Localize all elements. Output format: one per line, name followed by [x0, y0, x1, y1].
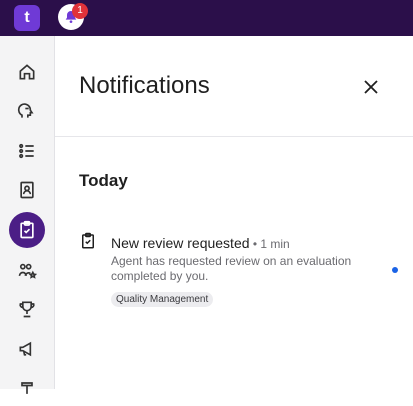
sidebar-item-pin[interactable] [9, 370, 45, 406]
notification-item[interactable]: New review requested • 1 min Agent has r… [79, 232, 399, 312]
people-star-icon [18, 263, 37, 279]
notification-tag: Quality Management [111, 292, 214, 307]
sidebar-item-speech[interactable] [9, 93, 45, 129]
pin-icon [21, 382, 33, 394]
app-logo[interactable]: t [14, 5, 40, 31]
trophy-icon [19, 301, 35, 318]
sidebar-item-evaluations[interactable] [9, 212, 45, 248]
unread-indicator [392, 267, 398, 273]
panel-divider [55, 136, 413, 137]
sidebar-item-people[interactable] [9, 252, 45, 288]
notification-time: • 1 min [249, 237, 290, 251]
sidebar-item-trophy[interactable] [9, 291, 45, 327]
megaphone-icon [19, 341, 32, 357]
clipboard-check-icon [20, 220, 34, 239]
home-icon [19, 64, 35, 80]
sidebar-item-home[interactable] [9, 54, 45, 90]
sidebar-item-list[interactable] [9, 133, 45, 169]
clipboard-check-icon [82, 232, 94, 249]
notification-count-badge: 1 [72, 3, 88, 19]
numbered-list-icon [19, 143, 34, 159]
notification-title-row: New review requested • 1 min [111, 235, 290, 251]
top-bar: t 1 [0, 0, 413, 36]
close-icon [364, 80, 378, 94]
sidebar-item-contacts[interactable] [9, 172, 45, 208]
sidebar [0, 36, 55, 394]
close-button[interactable] [358, 74, 384, 100]
contacts-book-icon [20, 181, 34, 199]
notification-title: New review requested [111, 235, 250, 251]
section-heading: Today [79, 171, 128, 190]
speech-head-icon [17, 103, 34, 118]
panel-title: Notifications [79, 72, 210, 99]
notification-body: Agent has requested review on an evaluat… [111, 254, 352, 283]
sidebar-item-megaphone[interactable] [9, 331, 45, 367]
